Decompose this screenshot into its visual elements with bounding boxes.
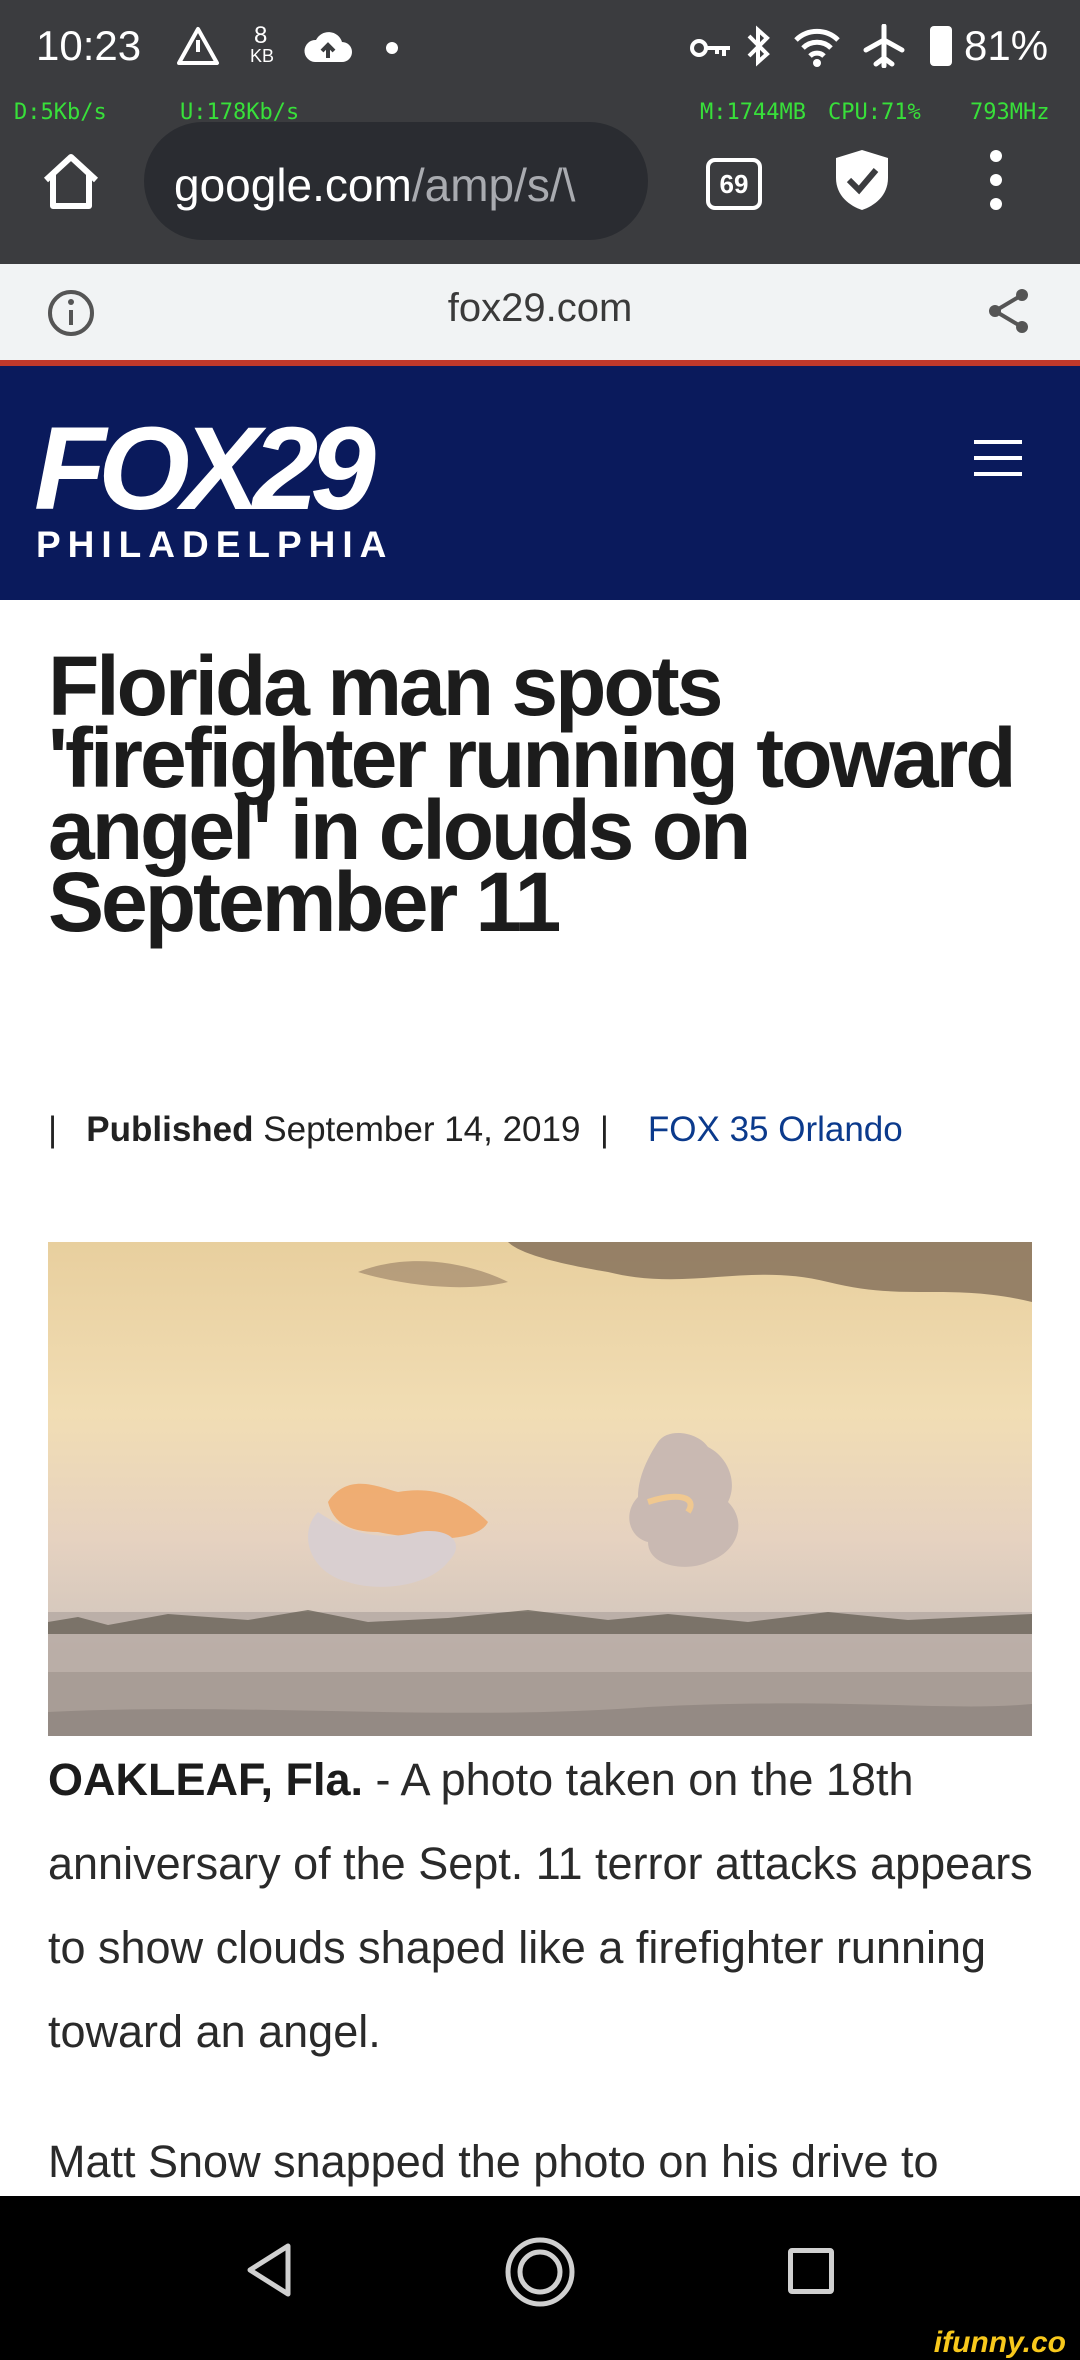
cpu-usage: CPU:71% (828, 100, 921, 125)
share-icon[interactable] (986, 286, 1032, 341)
amp-header-bar: fox29.com (0, 264, 1080, 366)
upload-speed: U:178Kb/s (180, 100, 300, 125)
article-headline: Florida man spots 'firefighter running t… (48, 639, 1017, 949)
source-link[interactable]: FOX 35 Orlando (648, 1110, 903, 1149)
download-speed: D:5Kb/s (14, 100, 107, 125)
site-header: FOX29 PHILADELPHIA (0, 366, 1080, 600)
airplane-mode-icon (862, 23, 906, 73)
url-bar[interactable]: google.com/amp/s/\ (144, 122, 648, 240)
published-date: September 14, 2019 (263, 1110, 581, 1149)
byline-separator: | (48, 1110, 58, 1149)
article-byline: | Published September 14, 2019 | FOX 35 … (48, 1110, 903, 1150)
net-speed-unit: KB (250, 46, 275, 66)
cpu-frequency: 793MHz (970, 100, 1050, 125)
url-domain: google.com (174, 159, 412, 211)
amp-domain: fox29.com (447, 286, 633, 330)
site-logo-subtext: PHILADELPHIA (36, 524, 394, 565)
home-nav-icon[interactable] (504, 2236, 576, 2313)
battery-percent: 81% (964, 22, 1049, 69)
more-options-icon[interactable] (986, 150, 1006, 214)
site-logo[interactable]: FOX29 (34, 410, 376, 528)
recents-icon[interactable] (788, 2248, 834, 2294)
dateline: OAKLEAF, Fla. (48, 1754, 364, 1805)
url-path: /amp/s/\ (411, 159, 576, 211)
browser-toolbar: google.com/amp/s/\ 69 (0, 110, 1080, 264)
back-icon[interactable] (244, 2242, 294, 2303)
article-paragraph-2: Matt Snow snapped the photo on his drive… (48, 2136, 939, 2187)
home-icon[interactable] (40, 152, 102, 215)
warning-icon (176, 26, 220, 71)
memory-usage: M:1744MB (700, 100, 806, 125)
battery-icon (930, 26, 952, 66)
status-bar: 10:23 8 KB 81% (0, 0, 1080, 110)
bluetooth-icon (746, 24, 772, 73)
ifunny-watermark: ifunny.co (933, 2326, 1066, 2359)
article-paragraph-1: OAKLEAF, Fla. - A photo taken on the 18t… (48, 1738, 1048, 2074)
wifi-icon (792, 26, 842, 73)
published-label: Published (86, 1110, 254, 1149)
hero-image[interactable] (48, 1242, 1032, 1736)
hamburger-menu-icon[interactable] (974, 434, 1022, 482)
shield-check-icon[interactable] (834, 148, 890, 217)
byline-separator: | (599, 1110, 609, 1149)
status-time: 10:23 (36, 22, 142, 69)
vpn-key-icon (690, 36, 732, 65)
dot-indicator (386, 42, 398, 54)
cloud-upload-icon (302, 30, 354, 69)
system-nav-bar (0, 2196, 1080, 2360)
tab-switcher-button[interactable]: 69 (706, 158, 762, 210)
